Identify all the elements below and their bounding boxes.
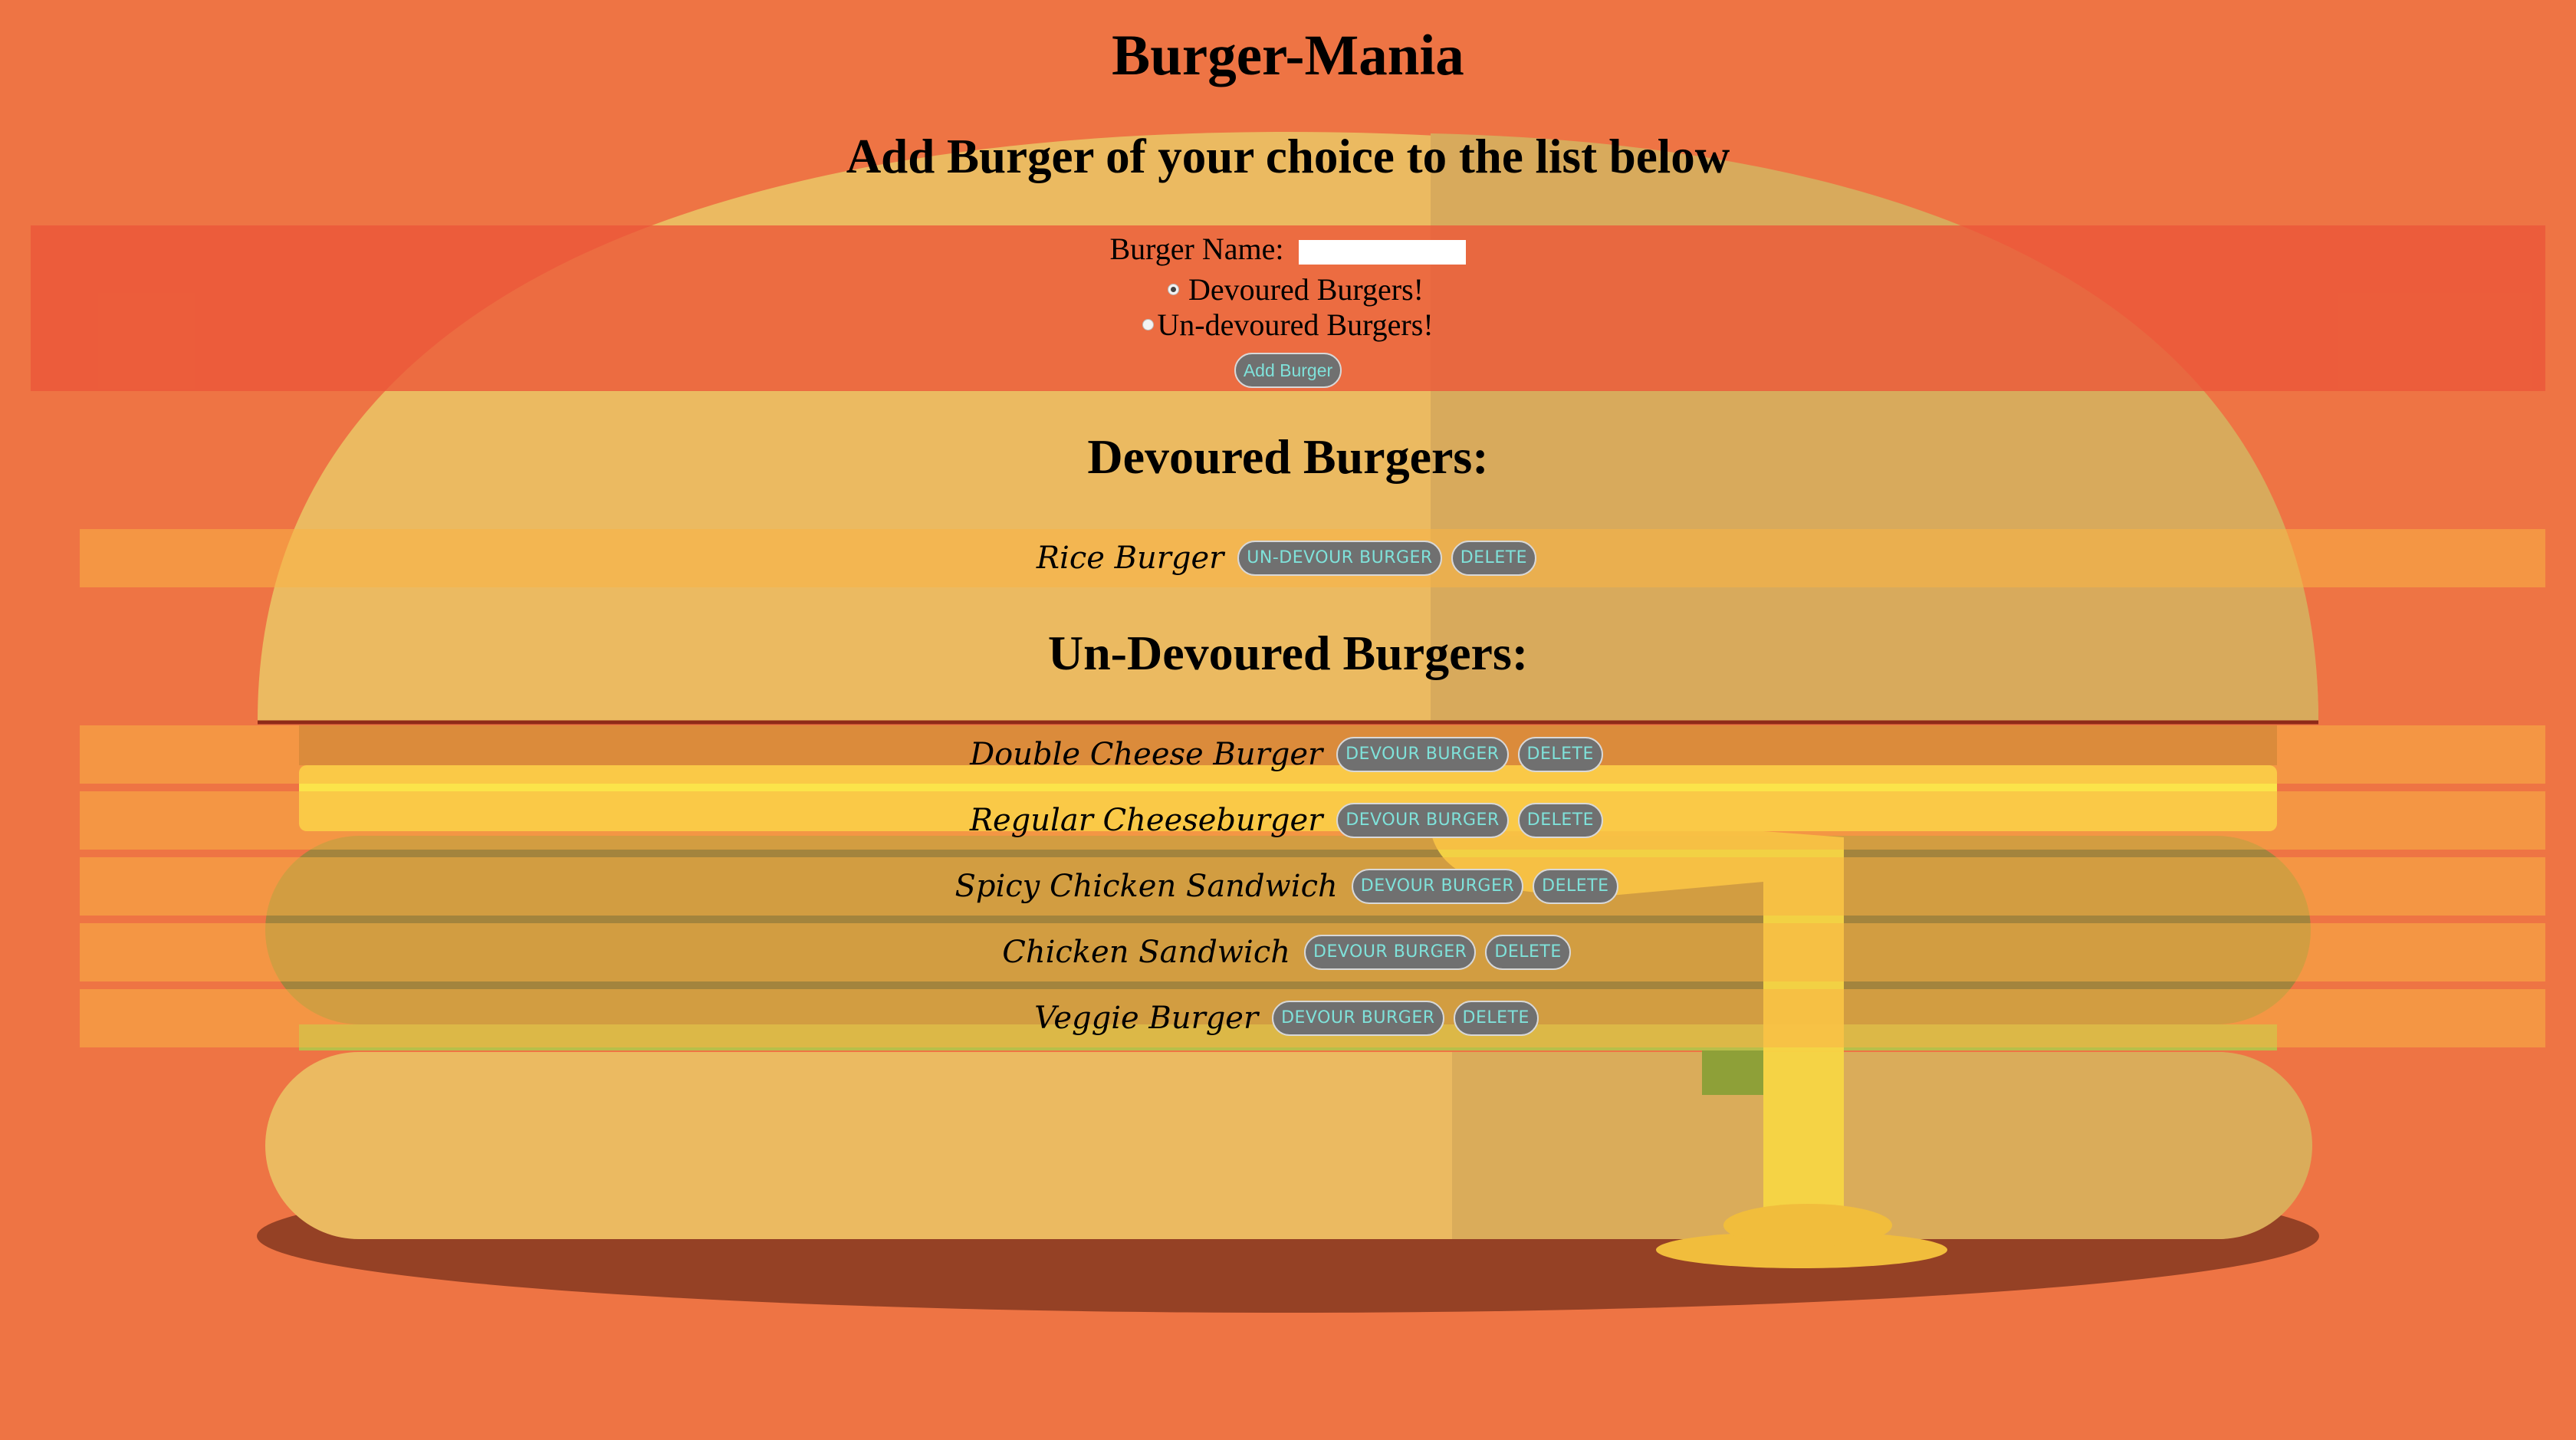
devour-button[interactable]: DEVOUR BURGER	[1351, 869, 1524, 905]
burger-name: Veggie Burger	[1034, 1001, 1259, 1037]
undevour-button[interactable]: UN-DEVOUR BURGER	[1237, 541, 1442, 577]
devour-button[interactable]: DEVOUR BURGER	[1272, 1001, 1444, 1037]
burger-name-input[interactable]	[1299, 239, 1467, 265]
list-item: Veggie Burger DEVOUR BURGER DELETE	[80, 989, 2545, 1047]
page-title: Burger-Mania	[1112, 24, 1464, 87]
list-item: Regular Cheeseburger DEVOUR BURGER DELET…	[80, 791, 2545, 850]
burger-name: Rice Burger	[1036, 541, 1224, 577]
burger-name-row: Burger Name:	[0, 232, 2576, 267]
delete-button[interactable]: DELETE	[1485, 935, 1571, 971]
burger-name-label: Burger Name:	[1109, 232, 1284, 266]
add-burger-row: Add Burger	[0, 348, 2576, 388]
radio-undevoured-label: Un-devoured Burgers!	[1157, 307, 1434, 342]
list-item: Rice Burger UN-DEVOUR BURGER DELETE	[80, 529, 2545, 587]
devour-button[interactable]: DEVOUR BURGER	[1304, 935, 1477, 971]
radio-devoured-row[interactable]: Devoured Burgers!	[0, 272, 2576, 307]
app-content: Burger-Mania Add Burger of your choice t…	[0, 0, 2576, 1440]
burger-name: Regular Cheeseburger	[969, 803, 1323, 839]
radio-devoured-label: Devoured Burgers!	[1188, 272, 1424, 307]
radio-undevoured[interactable]	[1142, 319, 1155, 331]
list-item: Double Cheese Burger DEVOUR BURGER DELET…	[80, 725, 2545, 784]
radio-undevoured-row[interactable]: Un-devoured Burgers!	[0, 307, 2576, 343]
list-item: Chicken Sandwich DEVOUR BURGER DELETE	[80, 923, 2545, 981]
delete-button[interactable]: DELETE	[1533, 869, 1618, 905]
add-burger-button[interactable]: Add Burger	[1234, 352, 1342, 388]
delete-button[interactable]: DELETE	[1453, 1001, 1539, 1037]
delete-button[interactable]: DELETE	[1517, 737, 1603, 773]
devour-button[interactable]: DEVOUR BURGER	[1336, 737, 1509, 773]
undevoured-heading: Un-Devoured Burgers:	[1047, 626, 1529, 680]
devour-button[interactable]: DEVOUR BURGER	[1336, 803, 1509, 839]
devoured-heading: Devoured Burgers:	[1087, 429, 1489, 484]
delete-button[interactable]: DELETE	[1451, 541, 1537, 577]
burger-name: Double Cheese Burger	[970, 737, 1323, 773]
radio-devoured[interactable]	[1168, 284, 1180, 296]
burger-name: Chicken Sandwich	[1002, 935, 1290, 971]
burger-name: Spicy Chicken Sandwich	[955, 869, 1338, 905]
list-item: Spicy Chicken Sandwich DEVOUR BURGER DEL…	[80, 857, 2545, 916]
page-subtitle: Add Burger of your choice to the list be…	[846, 130, 1730, 183]
delete-button[interactable]: DELETE	[1517, 803, 1604, 839]
